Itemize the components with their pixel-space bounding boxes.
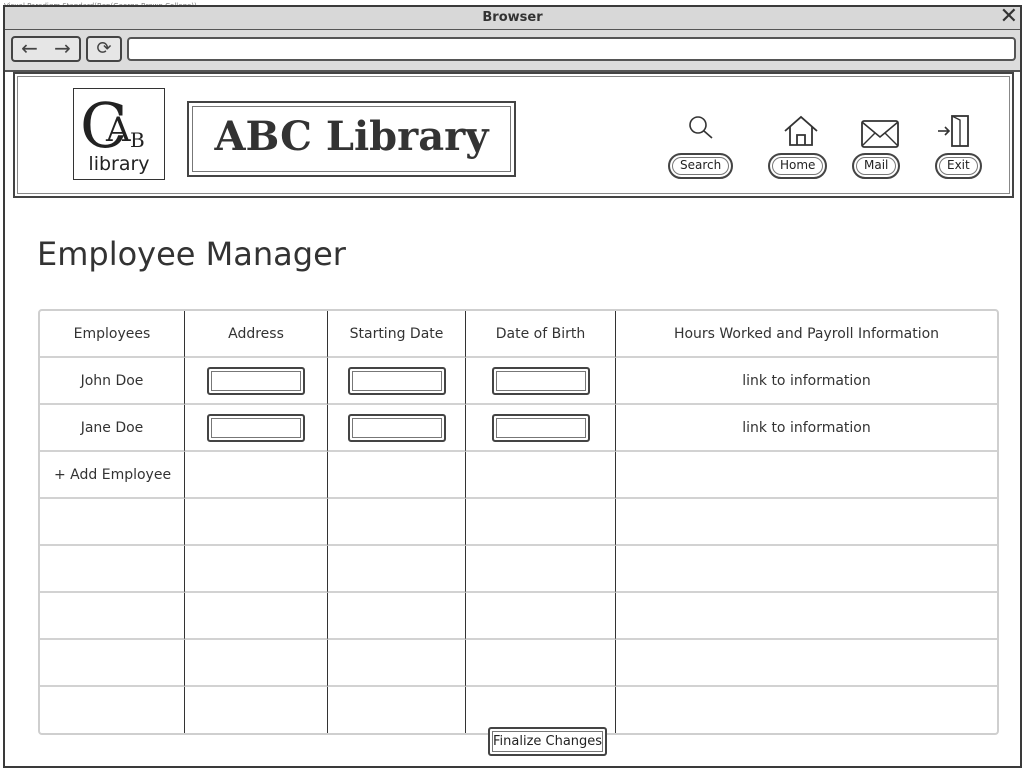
url-input[interactable] bbox=[127, 37, 1016, 61]
brand-banner: ABC Library bbox=[187, 101, 516, 177]
home-button[interactable]: Home bbox=[768, 153, 828, 179]
add-employee-row: + Add Employee bbox=[40, 452, 997, 499]
svg-text:B: B bbox=[130, 128, 145, 152]
column-header: Hours Worked and Payroll Information bbox=[616, 311, 997, 358]
home-icon bbox=[783, 114, 819, 152]
reload-icon[interactable]: ⟳ bbox=[86, 36, 122, 62]
browser-toolbar: ← → ⟳ bbox=[5, 30, 1020, 72]
exit-label: Exit bbox=[935, 153, 982, 179]
library-logo: C A B library bbox=[73, 88, 165, 180]
table-row: Jane Doe link to information bbox=[40, 405, 997, 452]
browser-window: Browser ✕ ← → ⟳ C A B library ABC Librar… bbox=[3, 5, 1022, 768]
address-field[interactable] bbox=[207, 413, 305, 442]
exit-button[interactable]: Exit bbox=[935, 153, 982, 179]
employee-name: John Doe bbox=[40, 358, 185, 405]
mail-icon bbox=[860, 119, 900, 153]
add-employee-button[interactable]: + Add Employee bbox=[40, 452, 185, 499]
close-icon[interactable]: ✕ bbox=[1000, 5, 1018, 29]
table-row: John Doe link to information bbox=[40, 358, 997, 405]
mail-label: Mail bbox=[852, 153, 901, 179]
back-arrow-icon[interactable]: ← bbox=[13, 38, 46, 60]
column-header: Date of Birth bbox=[466, 311, 616, 358]
brand-title: ABC Library bbox=[214, 113, 489, 160]
payroll-link[interactable]: link to information bbox=[742, 373, 871, 389]
page-title: Employee Manager bbox=[37, 235, 346, 273]
employee-name: Jane Doe bbox=[40, 405, 185, 452]
search-icon bbox=[687, 114, 715, 144]
exit-icon bbox=[936, 114, 972, 152]
empty-row bbox=[40, 499, 997, 546]
history-nav: ← → bbox=[11, 36, 81, 62]
starting-date-field[interactable] bbox=[347, 366, 446, 395]
mail-button[interactable]: Mail bbox=[852, 153, 901, 179]
employee-table: Employees Address Starting Date Date of … bbox=[38, 309, 999, 735]
logo-letters-icon: C A B bbox=[80, 89, 145, 162]
date-of-birth-field[interactable] bbox=[491, 413, 590, 442]
finalize-changes-button[interactable]: Finalize Changes bbox=[488, 727, 608, 756]
starting-date-field[interactable] bbox=[347, 413, 446, 442]
title-bar: Browser ✕ bbox=[5, 5, 1020, 30]
column-header: Starting Date bbox=[328, 311, 466, 358]
site-header: C A B library ABC Library Search Home Ma… bbox=[13, 72, 1014, 198]
table-header-row: Employees Address Starting Date Date of … bbox=[40, 311, 997, 358]
search-label: Search bbox=[668, 153, 734, 179]
empty-row bbox=[40, 546, 997, 593]
column-header: Address bbox=[185, 311, 328, 358]
payroll-link[interactable]: link to information bbox=[742, 420, 871, 436]
logo-label: library bbox=[88, 153, 150, 175]
home-label: Home bbox=[768, 153, 828, 179]
search-button[interactable]: Search bbox=[668, 153, 734, 179]
empty-row bbox=[40, 593, 997, 640]
date-of-birth-field[interactable] bbox=[491, 366, 590, 395]
address-field[interactable] bbox=[207, 366, 305, 395]
svg-text:A: A bbox=[105, 110, 131, 150]
forward-arrow-icon[interactable]: → bbox=[46, 38, 79, 60]
column-header: Employees bbox=[40, 311, 185, 358]
window-title: Browser bbox=[482, 10, 543, 25]
empty-row bbox=[40, 640, 997, 687]
